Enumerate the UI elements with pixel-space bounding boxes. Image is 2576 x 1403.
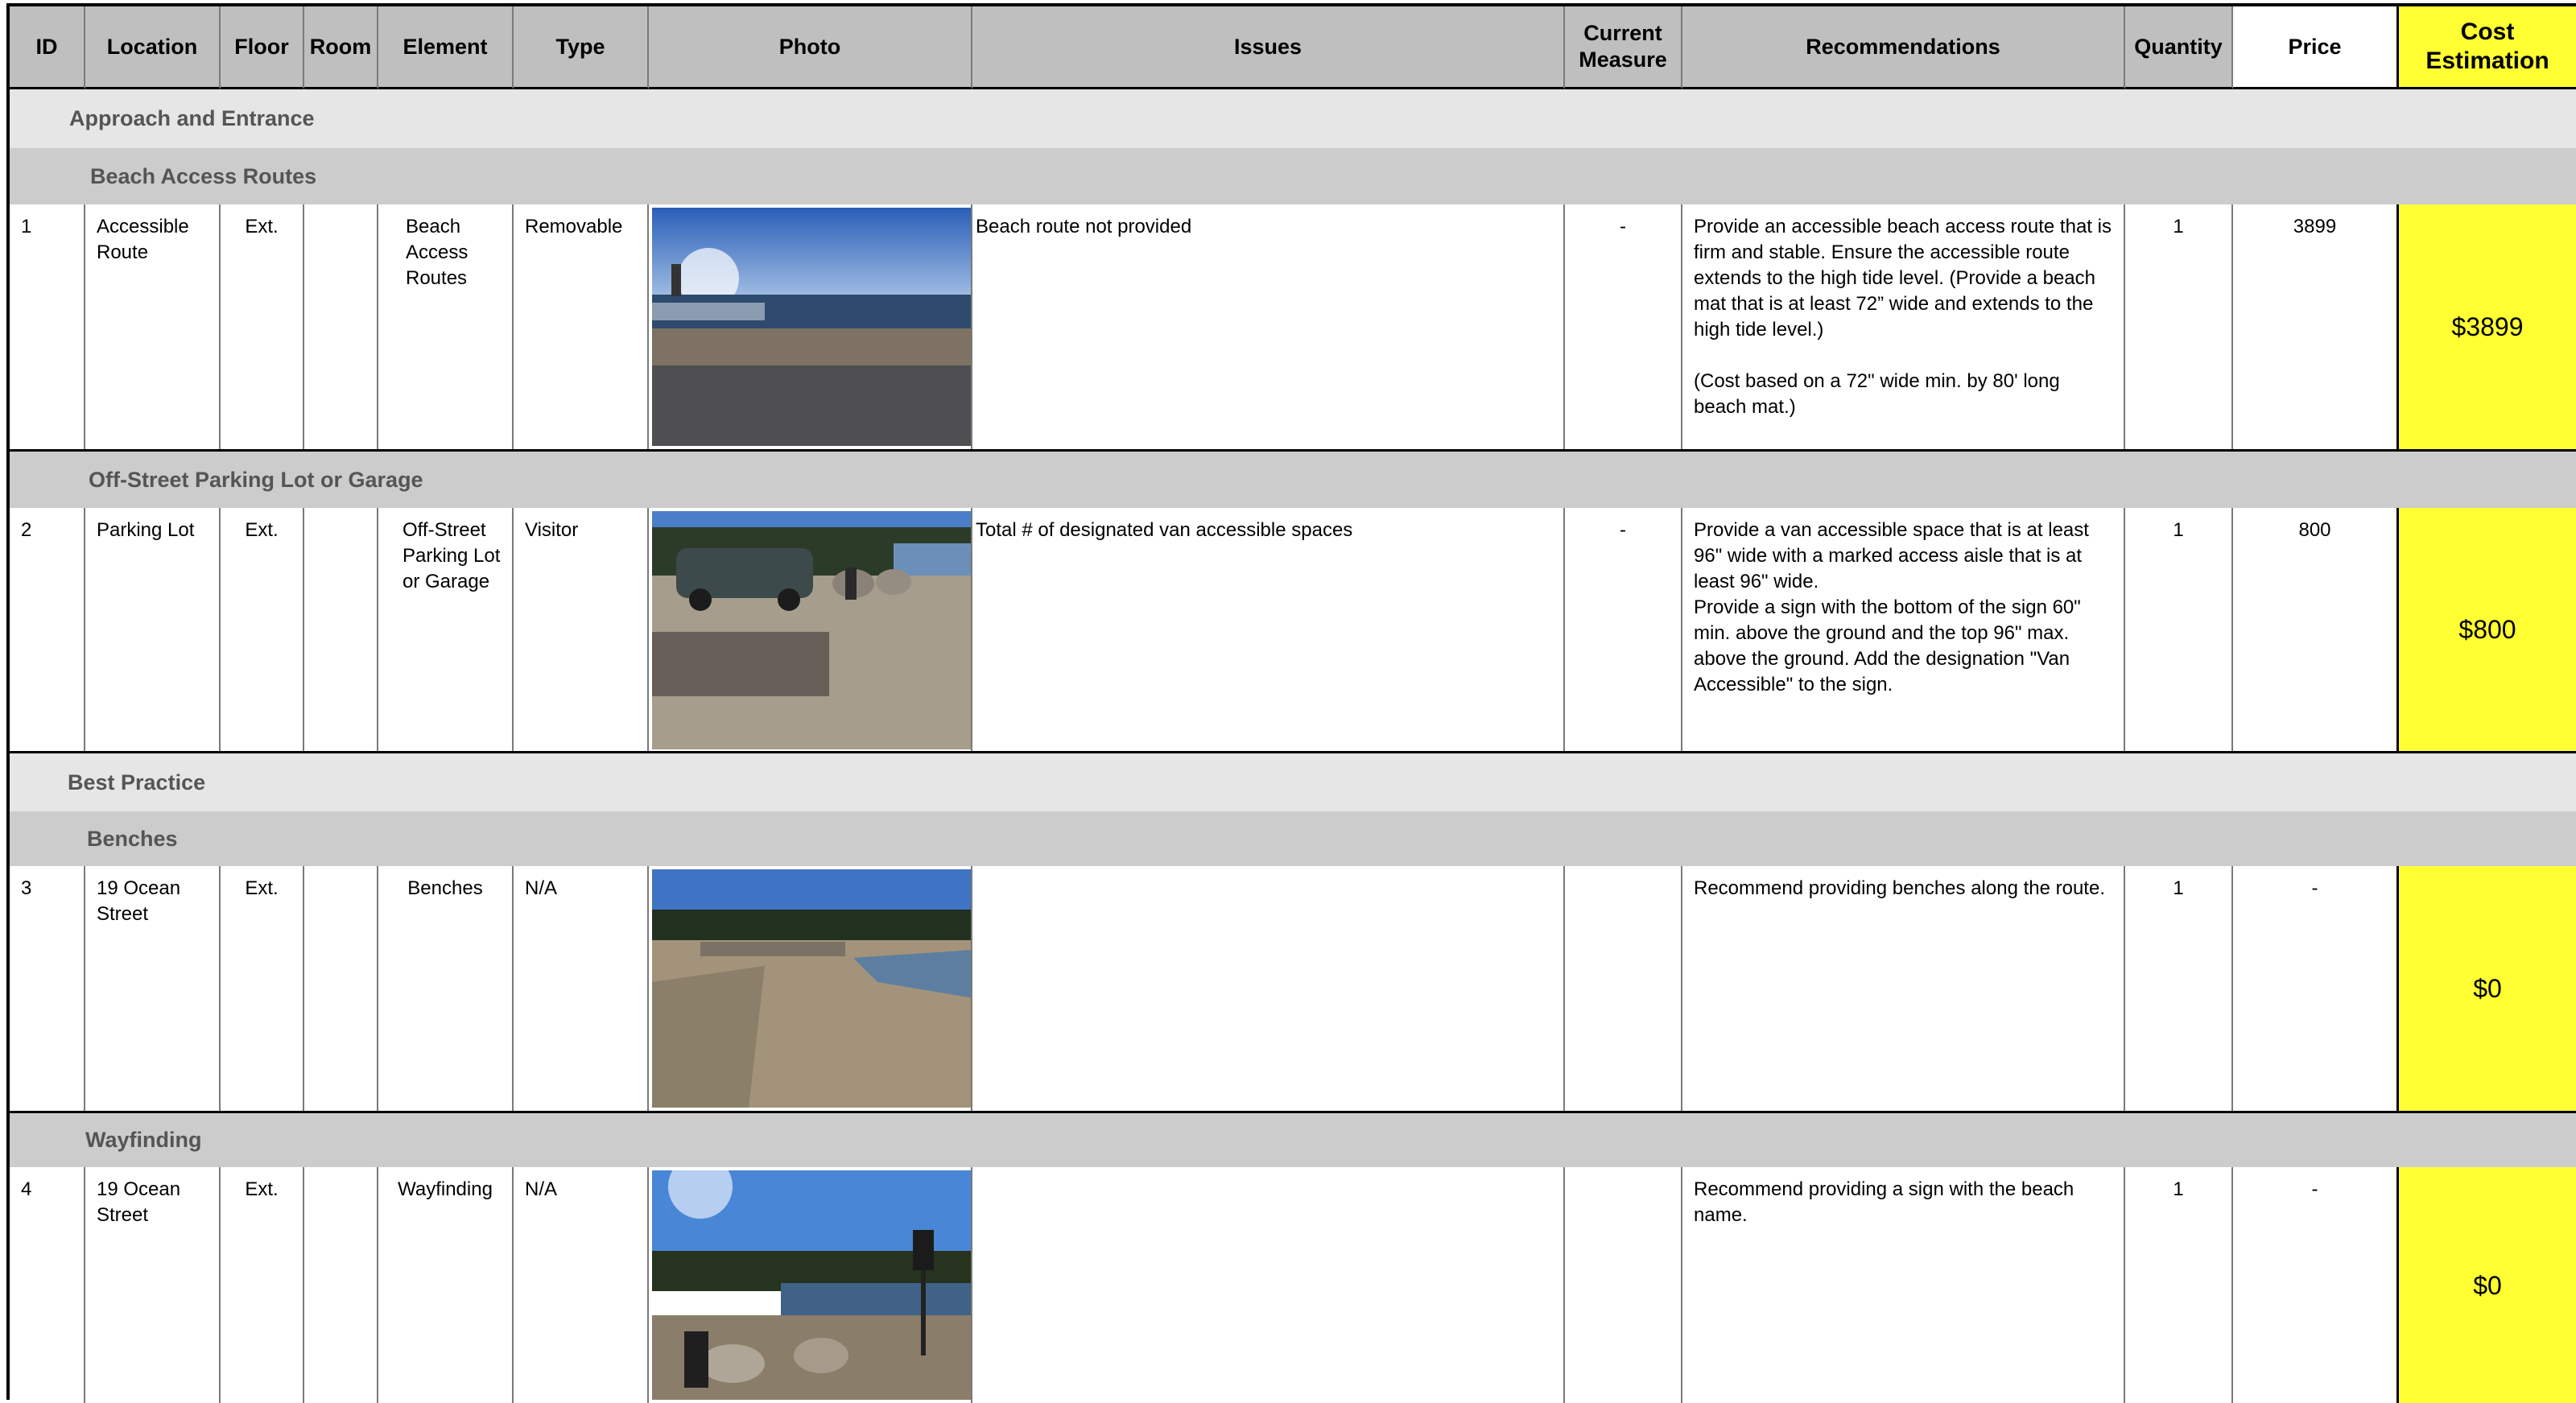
section-title: Approach and Entrance bbox=[10, 89, 2576, 148]
header-floor[interactable]: Floor bbox=[221, 6, 304, 89]
header-id[interactable]: ID bbox=[10, 6, 85, 89]
row-id: 4 bbox=[10, 1167, 85, 1403]
row-cost-estimation: $0 bbox=[2399, 866, 2576, 1111]
row-floor: Ext. bbox=[221, 204, 304, 449]
row-quantity: 1 bbox=[2125, 866, 2233, 1111]
row-type: Visitor bbox=[514, 508, 649, 751]
row-type: N/A bbox=[514, 1167, 649, 1403]
row-type: Removable bbox=[514, 204, 649, 449]
header-issues[interactable]: Issues bbox=[972, 6, 1565, 89]
subsection-title: Beach Access Routes bbox=[10, 148, 2576, 204]
header-room[interactable]: Room bbox=[304, 6, 378, 89]
row-room bbox=[304, 1167, 378, 1403]
header-type[interactable]: Type bbox=[514, 6, 649, 89]
row-location: Parking Lot bbox=[85, 508, 221, 751]
row-recommendations: Recommend providing a sign with the beac… bbox=[1682, 1167, 2125, 1403]
header-cost-estimation[interactable]: Cost Estimation bbox=[2399, 6, 2576, 89]
row-type: N/A bbox=[514, 866, 649, 1111]
row-element: Off-Street Parking Lot or Garage bbox=[378, 508, 514, 751]
header-element[interactable]: Element bbox=[378, 6, 514, 89]
subsection-title: Wayfinding bbox=[10, 1111, 2576, 1167]
row-cost-estimation: $3899 bbox=[2399, 204, 2576, 449]
row-recommendations: Provide an accessible beach access route… bbox=[1682, 204, 2125, 449]
row-floor: Ext. bbox=[221, 508, 304, 751]
row-current-measure bbox=[1565, 1167, 1682, 1403]
subsection-title: Off-Street Parking Lot or Garage bbox=[10, 449, 2576, 508]
beach-route-photo bbox=[652, 208, 971, 446]
row-current-measure bbox=[1565, 866, 1682, 1111]
header-current-measure[interactable]: Current Measure bbox=[1565, 6, 1682, 89]
row-room bbox=[304, 508, 378, 751]
row-price: - bbox=[2233, 866, 2399, 1111]
row-issues: Total # of designated van accessible spa… bbox=[972, 508, 1565, 751]
row-photo[interactable] bbox=[649, 866, 972, 1111]
section-title: Best Practice bbox=[10, 751, 2576, 811]
row-floor: Ext. bbox=[221, 866, 304, 1111]
row-room bbox=[304, 866, 378, 1111]
assessment-table: ID Location Floor Room Element Type Phot… bbox=[6, 3, 2576, 1403]
header-quantity[interactable]: Quantity bbox=[2125, 6, 2233, 89]
benches-route-photo bbox=[652, 869, 971, 1108]
row-price: 800 bbox=[2233, 508, 2399, 751]
row-location: 19 Ocean Street bbox=[85, 1167, 221, 1403]
header-location[interactable]: Location bbox=[85, 6, 221, 89]
row-id: 3 bbox=[10, 866, 85, 1111]
row-photo[interactable] bbox=[649, 508, 972, 751]
row-issues bbox=[972, 1167, 1565, 1403]
row-room bbox=[304, 204, 378, 449]
row-element: Wayfinding bbox=[378, 1167, 514, 1403]
row-quantity: 1 bbox=[2125, 204, 2233, 449]
row-id: 1 bbox=[10, 204, 85, 449]
row-quantity: 1 bbox=[2125, 1167, 2233, 1403]
row-photo[interactable] bbox=[649, 1167, 972, 1403]
row-location: 19 Ocean Street bbox=[85, 866, 221, 1111]
header-price[interactable]: Price bbox=[2233, 6, 2399, 89]
row-price: - bbox=[2233, 1167, 2399, 1403]
wayfinding-photo bbox=[652, 1170, 971, 1400]
subsection-title: Benches bbox=[10, 811, 2576, 866]
header-recommendations[interactable]: Recommendations bbox=[1682, 6, 2125, 89]
row-current-measure: - bbox=[1565, 508, 1682, 751]
row-issues bbox=[972, 866, 1565, 1111]
header-photo[interactable]: Photo bbox=[649, 6, 972, 89]
row-id: 2 bbox=[10, 508, 85, 751]
row-current-measure: - bbox=[1565, 204, 1682, 449]
row-price: 3899 bbox=[2233, 204, 2399, 449]
row-recommendations: Recommend providing benches along the ro… bbox=[1682, 866, 2125, 1111]
row-element: Beach Access Routes bbox=[378, 204, 514, 449]
row-cost-estimation: $800 bbox=[2399, 508, 2576, 751]
row-location: Accessible Route bbox=[85, 204, 221, 449]
row-quantity: 1 bbox=[2125, 508, 2233, 751]
row-cost-estimation: $0 bbox=[2399, 1167, 2576, 1403]
row-element: Benches bbox=[378, 866, 514, 1111]
parking-lot-photo bbox=[652, 511, 971, 749]
row-issues: Beach route not provided bbox=[972, 204, 1565, 449]
row-recommendations: Provide a van accessible space that is a… bbox=[1682, 508, 2125, 751]
row-photo[interactable] bbox=[649, 204, 972, 449]
row-floor: Ext. bbox=[221, 1167, 304, 1403]
